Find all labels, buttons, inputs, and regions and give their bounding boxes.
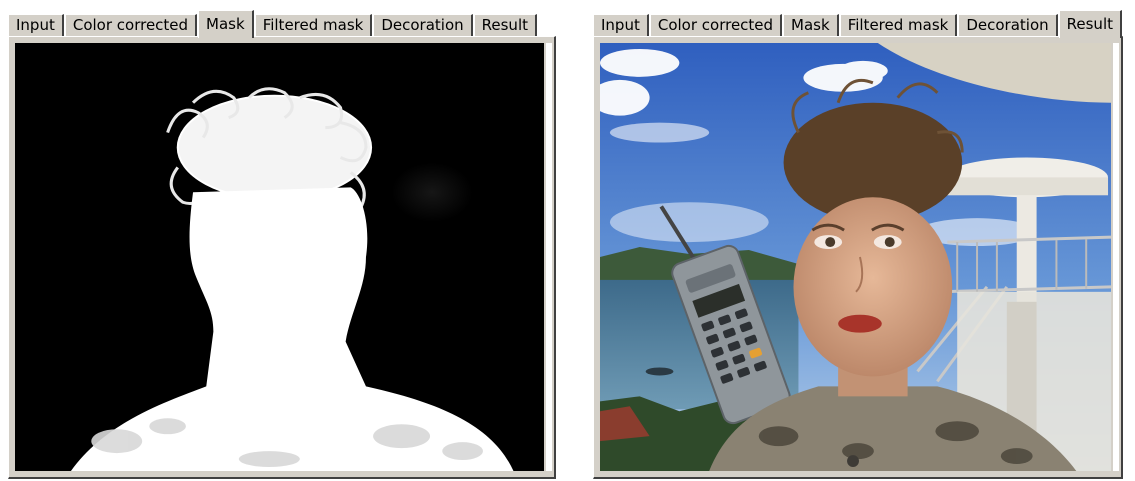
tab-filtered-mask[interactable]: Filtered mask <box>839 14 958 36</box>
right-tab-bar: Input Color corrected Mask Filtered mask… <box>593 8 1123 38</box>
tab-result[interactable]: Result <box>473 14 537 36</box>
mask-panel: Input Color corrected Mask Filtered mask… <box>8 0 556 481</box>
mask-image <box>15 43 544 471</box>
result-image <box>600 43 1111 471</box>
tab-mask[interactable]: Mask <box>198 10 254 38</box>
left-scroll-strip[interactable] <box>546 43 552 471</box>
tab-color-corrected[interactable]: Color corrected <box>649 14 783 36</box>
right-scroll-strip[interactable] <box>1113 43 1119 471</box>
tab-input[interactable]: Input <box>8 14 64 36</box>
tab-mask[interactable]: Mask <box>783 14 839 36</box>
result-viewport <box>593 36 1123 479</box>
tab-decoration[interactable]: Decoration <box>958 14 1058 36</box>
tab-input[interactable]: Input <box>593 14 649 36</box>
mask-silhouette-image <box>15 43 544 471</box>
tab-filtered-mask[interactable]: Filtered mask <box>254 14 373 36</box>
result-panel: Input Color corrected Mask Filtered mask… <box>593 0 1123 481</box>
composited-result-image <box>600 43 1111 471</box>
mask-viewport <box>8 36 556 479</box>
tab-result[interactable]: Result <box>1058 10 1122 38</box>
tab-color-corrected[interactable]: Color corrected <box>64 14 198 36</box>
left-tab-bar: Input Color corrected Mask Filtered mask… <box>8 8 538 38</box>
tab-decoration[interactable]: Decoration <box>373 14 473 36</box>
